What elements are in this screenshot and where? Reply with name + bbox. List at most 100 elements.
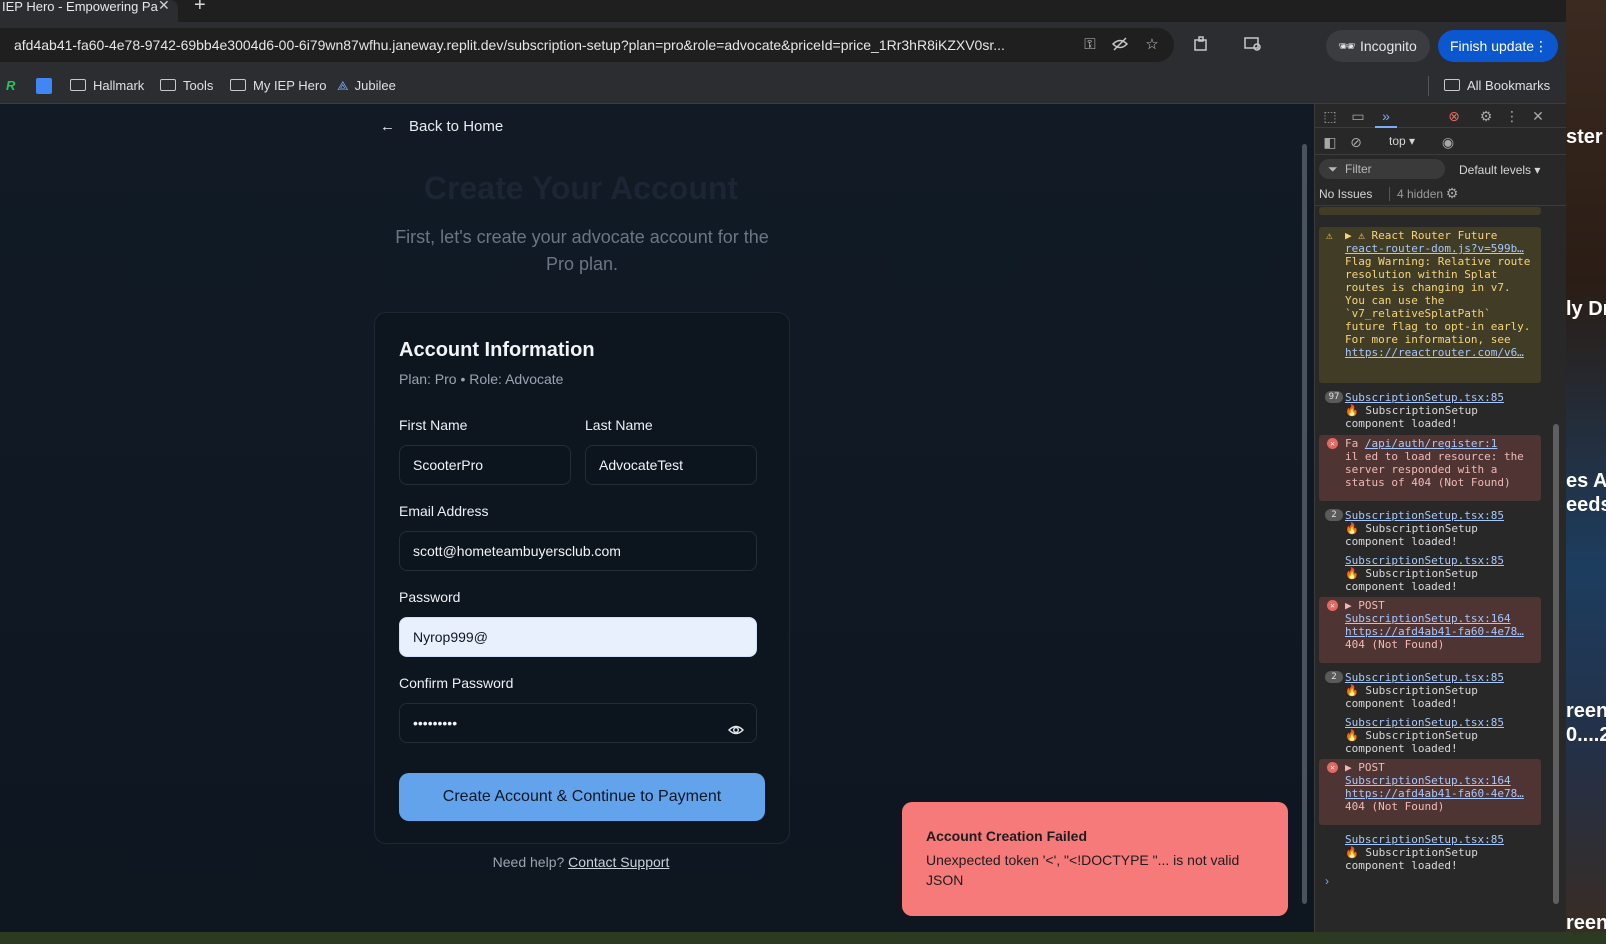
source-link[interactable]: SubscriptionSetup.tsx:85: [1345, 671, 1537, 684]
console-filter-input[interactable]: ⏷ Filter: [1319, 159, 1445, 179]
sidebar-toggle-icon[interactable]: ◧: [1321, 133, 1339, 151]
request-url-link[interactable]: https://afd4ab41-fa60-4e78…: [1345, 787, 1537, 800]
console-scrollbar[interactable]: [1553, 424, 1559, 904]
console-message-error[interactable]: ✕ ▶ POST SubscriptionSetup.tsx:164 https…: [1319, 759, 1541, 825]
source-link[interactable]: SubscriptionSetup.tsx:85: [1345, 391, 1537, 404]
finish-update-button[interactable]: Finish update ⋮: [1438, 30, 1558, 62]
console-prompt-icon[interactable]: ›: [1325, 874, 1329, 888]
browser-tab[interactable]: IEP Hero - Empowering Pa ✕: [0, 0, 178, 22]
console-message-log[interactable]: SubscriptionSetup.tsx:85 🔥 SubscriptionS…: [1319, 831, 1541, 872]
background-text: ster: [1566, 126, 1603, 148]
key-icon[interactable]: ⚿: [1080, 35, 1100, 55]
source-link[interactable]: /api/auth/register:1: [1365, 437, 1497, 450]
error-count-icon[interactable]: ⊗: [1445, 107, 1463, 125]
last-name-label: Last Name: [585, 417, 653, 433]
source-link[interactable]: SubscriptionSetup.tsx:164: [1345, 774, 1537, 787]
clear-console-icon[interactable]: ⊘: [1347, 133, 1365, 151]
console-message-log[interactable]: 2 SubscriptionSetup.tsx:85 🔥 Subscriptio…: [1319, 669, 1541, 710]
log-levels-select[interactable]: Default levels ▾: [1459, 163, 1540, 177]
request-url-link[interactable]: https://afd4ab41-fa60-4e78…: [1345, 625, 1537, 638]
bookmarks-bar: R Hallmark Tools My IEP Hero ⟁ Jubilee Al…: [0, 68, 1566, 104]
finish-update-label: Finish update: [1450, 38, 1535, 54]
all-bookmarks[interactable]: All Bookmarks: [1444, 76, 1550, 96]
source-link[interactable]: SubscriptionSetup.tsx:85: [1345, 554, 1537, 567]
page-title: Create Your Account: [423, 170, 739, 206]
last-name-input[interactable]: AdvocateTest: [585, 445, 757, 485]
jubilee-icon: ⟁: [337, 78, 349, 93]
repeat-count-badge: 2: [1325, 509, 1343, 521]
hidden-count[interactable]: 4 hidden: [1389, 187, 1443, 201]
source-link[interactable]: SubscriptionSetup.tsx:85: [1345, 833, 1537, 846]
new-tab-icon[interactable]: +: [194, 0, 206, 17]
url-text[interactable]: afd4ab41-fa60-4e78-9742-69bb4e3004d6-00-…: [14, 37, 1074, 53]
console-settings-icon[interactable]: ⚙: [1443, 184, 1461, 202]
filter-icon: ⏷: [1328, 162, 1338, 176]
console-message-error[interactable]: ✕ ▶ POST SubscriptionSetup.tsx:164 https…: [1319, 597, 1541, 663]
media-icon[interactable]: [1242, 35, 1264, 57]
source-link[interactable]: react-router-dom.js?v=599b…: [1345, 242, 1537, 255]
first-name-label: First Name: [399, 417, 468, 433]
console-toolbar: ◧ ⊘ top ▾ ◉: [1315, 129, 1567, 155]
background-text: ly Dr: [1566, 298, 1606, 320]
console-message-log[interactable]: 97 SubscriptionSetup.tsx:85 🔥 Subscripti…: [1319, 389, 1541, 431]
live-expression-eye-icon[interactable]: ◉: [1439, 133, 1457, 151]
extensions-icon[interactable]: [1190, 35, 1212, 57]
tab-strip: IEP Hero - Empowering Pa ✕ +: [0, 0, 1566, 22]
star-icon[interactable]: ☆: [1142, 35, 1162, 55]
address-bar[interactable]: afd4ab41-fa60-4e78-9742-69bb4e3004d6-00-…: [0, 28, 1174, 62]
error-icon: ✕: [1327, 762, 1338, 773]
source-link[interactable]: SubscriptionSetup.tsx:85: [1345, 509, 1537, 522]
bookmark-jubilee[interactable]: ⟁ Jubilee: [337, 76, 396, 96]
console-message-warning[interactable]: ⚠ ▶ ⚠ React Router Future react-router-d…: [1319, 227, 1541, 383]
background-text: reen: [1566, 700, 1606, 722]
back-to-home-link[interactable]: ← Back to Home: [380, 118, 503, 135]
first-name-input[interactable]: ScooterPro: [399, 445, 571, 485]
folder-icon: [160, 79, 176, 91]
kebab-menu-icon[interactable]: ⋮: [1503, 107, 1521, 125]
bookmark-my-iep-hero[interactable]: My IEP Hero: [230, 76, 326, 96]
repeat-count-badge: 2: [1325, 671, 1343, 683]
more-tabs-icon[interactable]: »: [1377, 107, 1395, 125]
inspect-icon[interactable]: ⬚: [1321, 107, 1339, 125]
bookmark-separator: [1428, 76, 1429, 96]
console-message-log[interactable]: SubscriptionSetup.tsx:85 🔥 SubscriptionS…: [1319, 714, 1541, 755]
console-message-warn-tail: [1319, 207, 1541, 215]
bookmark-tools[interactable]: Tools: [160, 76, 213, 96]
console-message-error[interactable]: ✕ Fa /api/auth/register:1 il ed to load …: [1319, 435, 1541, 501]
issues-count[interactable]: No Issues: [1319, 187, 1372, 201]
background-text: es All: [1566, 470, 1606, 492]
menu-icon[interactable]: ⋮: [1534, 30, 1548, 62]
context-select[interactable]: top ▾: [1389, 134, 1415, 148]
page-subtitle: First, let's create your advocate accoun…: [395, 227, 769, 274]
replit-bookmark-icon[interactable]: R: [6, 76, 15, 96]
close-tab-icon[interactable]: ✕: [158, 0, 170, 12]
confirm-password-input[interactable]: •••••••••: [399, 703, 757, 743]
settings-icon[interactable]: ⚙: [1477, 107, 1495, 125]
account-info-card: Account Information Plan: Pro • Role: Ad…: [374, 312, 790, 844]
incognito-button[interactable]: 🕶 Incognito: [1326, 30, 1430, 62]
incognito-label: Incognito: [1360, 38, 1417, 54]
contact-support-link[interactable]: Contact Support: [568, 854, 669, 870]
source-link[interactable]: SubscriptionSetup.tsx:85: [1345, 716, 1537, 729]
folder-icon: [1444, 79, 1460, 91]
password-input[interactable]: Nyrop999@: [399, 617, 757, 657]
page-scrollbar[interactable]: [1302, 144, 1307, 904]
app-page: ← Back to Home Create Your Account First,…: [0, 104, 1314, 932]
console-message-log[interactable]: 2 SubscriptionSetup.tsx:85 🔥 Subscriptio…: [1319, 507, 1541, 548]
plan-role-text: Plan: Pro • Role: Advocate: [399, 371, 564, 387]
console-message-log[interactable]: SubscriptionSetup.tsx:85 🔥 SubscriptionS…: [1319, 552, 1541, 593]
bookmark-hallmark[interactable]: Hallmark: [70, 76, 144, 96]
password-label: Password: [399, 589, 461, 605]
toast-message: Unexpected token '<', "<!DOCTYPE "... is…: [926, 852, 1240, 888]
close-devtools-icon[interactable]: ✕: [1529, 107, 1547, 125]
error-toast[interactable]: Account Creation Failed Unexpected token…: [902, 802, 1288, 916]
eye-off-icon[interactable]: [1110, 35, 1130, 55]
eye-icon[interactable]: [728, 714, 744, 735]
create-account-button[interactable]: Create Account & Continue to Payment: [399, 773, 765, 821]
email-input[interactable]: scott@hometeambuyersclub.com: [399, 531, 757, 571]
docs-bookmark-icon[interactable]: [36, 78, 52, 94]
docs-link[interactable]: https://reactrouter.com/v6…: [1345, 346, 1537, 359]
source-link[interactable]: SubscriptionSetup.tsx:164: [1345, 612, 1537, 625]
device-toggle-icon[interactable]: ▭: [1349, 107, 1367, 125]
devtools-tabbar: ⬚ ▭ » ⊗ ⚙ ⋮ ✕: [1315, 104, 1567, 128]
